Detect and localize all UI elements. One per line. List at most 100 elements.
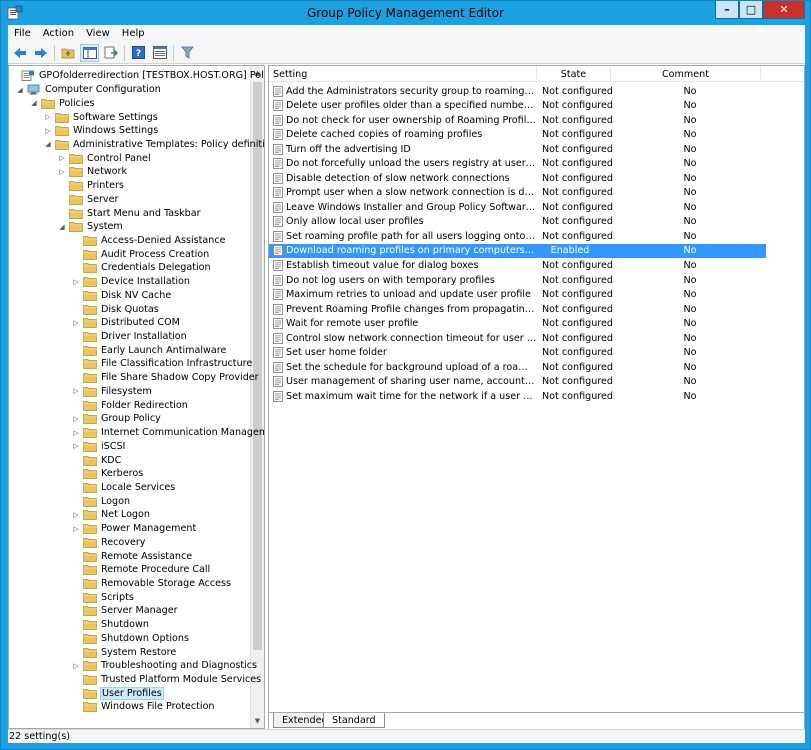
help-button[interactable]: ? [129,44,148,62]
tree-item[interactable]: ▷ Troubleshooting and Diagnostics [71,659,257,673]
tree-item[interactable]: User Profiles [71,686,164,700]
expand-arrow-icon[interactable]: ▷ [71,318,81,328]
tree-item[interactable]: Start Menu and Taskbar [57,206,201,220]
expand-arrow-icon[interactable]: ▷ [43,112,53,122]
table-row[interactable]: Prompt user when a slow network connecti… [269,186,766,201]
tree-item[interactable]: Driver Installation [71,330,187,344]
tree-item[interactable]: ▷ Power Management [71,522,196,536]
collapse-arrow-icon[interactable]: ◢ [43,139,53,149]
back-button[interactable] [10,44,29,62]
tree-item[interactable]: Shutdown [71,618,149,632]
expand-arrow-icon[interactable]: ▷ [71,510,81,520]
table-row[interactable]: Download roaming profiles on primary com… [269,243,766,259]
expand-arrow-icon[interactable]: ▷ [57,153,67,163]
table-row[interactable]: Do not check for user ownership of Roami… [269,113,766,128]
tree-item[interactable]: Kerberos [71,467,143,481]
tree-item[interactable]: Scripts [71,590,134,604]
maximize-button[interactable]: □ [739,1,763,19]
expand-arrow-icon[interactable]: ▷ [71,441,81,451]
expand-arrow-icon[interactable]: ▷ [71,386,81,396]
column-header-state[interactable]: State [537,66,611,82]
tree-item[interactable]: Disk NV Cache [71,289,171,303]
tree-item[interactable]: Server [57,192,118,206]
table-row[interactable]: Delete user profiles older than a specif… [269,99,766,114]
table-row[interactable]: Only allow local user profiles Not config… [269,215,766,230]
tree-item[interactable]: Disk Quotas [71,302,159,316]
tree-item[interactable]: ◢ Administrative Templates: Policy defini… [43,138,264,152]
tree-item[interactable]: Access-Denied Assistance [71,234,226,248]
tree-item[interactable]: ▷ Network [57,165,127,179]
tree-item[interactable]: Audit Process Creation [71,247,209,261]
table-row[interactable]: Delete cached copies of roaming profiles… [269,128,766,143]
tree-item[interactable]: ▷ Device Installation [71,275,190,289]
tree-item[interactable]: Shutdown Options [71,632,189,646]
table-row[interactable]: Leave Windows Installer and Group Policy… [269,200,766,215]
table-row[interactable]: Wait for remote user profile Not configur… [269,316,766,331]
menu-help[interactable]: Help [116,28,151,39]
table-row[interactable]: Do not log users on with temporary profi… [269,273,766,288]
table-row[interactable]: Prevent Roaming Profile changes from pro… [269,302,766,317]
tree-item[interactable]: ▷ Group Policy [71,412,161,426]
tab-standard[interactable]: Standard [323,713,385,728]
tree-item[interactable]: File Classification Infrastructure [71,357,252,371]
forward-button[interactable] [31,44,50,62]
tree-item[interactable]: ▷ Control Panel [57,151,150,165]
up-one-level-button[interactable] [59,44,78,62]
filter-button[interactable] [178,44,197,62]
tree-item[interactable]: ▷ Software Settings [43,110,157,124]
tree-item[interactable]: ◢ Computer Configuration [15,83,161,97]
expand-arrow-icon[interactable]: ▷ [71,414,81,424]
tree-item[interactable]: Folder Redirection [71,398,188,412]
tree-item[interactable]: ◢ Policies [29,96,94,110]
table-row[interactable]: Set roaming profile path for all users l… [269,229,766,244]
tree-item[interactable]: ▷ Distributed COM [71,316,180,330]
tree-item[interactable]: GPOfolderredirection [TESTBOX.HOST.ORG] … [9,69,264,83]
tree-item[interactable]: Logon [71,494,130,508]
table-row[interactable]: Maximum retries to unload and update use… [269,287,766,302]
tree-item[interactable]: Printers [57,179,124,193]
tree-item[interactable]: Credentials Delegation [71,261,211,275]
tree-item[interactable]: Locale Services [71,481,175,495]
column-header-comment[interactable]: Comment [611,66,761,82]
column-header-setting[interactable]: Setting [269,66,537,82]
properties-button[interactable] [150,44,169,62]
tree-item[interactable]: ◢ System [57,220,122,234]
minimize-button[interactable]: – [715,1,739,19]
tree-item[interactable]: Server Manager [71,604,178,618]
table-row[interactable]: Control slow network connection timeout … [269,331,766,346]
tree-item[interactable]: ▷ Filesystem [71,385,151,399]
table-row[interactable]: Establish timeout value for dialog boxes… [269,258,766,273]
close-button[interactable]: ✕ [763,1,805,19]
tree-item[interactable]: ▷ Windows Settings [43,124,158,138]
console-tree[interactable]: ▲ ▼ GPOfolderredirection [TESTBOX.HOST.O… [8,65,265,729]
table-row[interactable]: Do not forcefully unload the users regis… [269,157,766,172]
tree-item[interactable]: KDC [71,453,121,467]
tree-item[interactable]: File Share Shadow Copy Provider [71,371,259,385]
expand-arrow-icon[interactable]: ▷ [71,428,81,438]
settings-list[interactable]: Setting State Comment Add the Administra… [268,65,805,713]
tree-item[interactable]: ▷ iSCSI [71,439,125,453]
expand-arrow-icon[interactable]: ▷ [43,126,53,136]
scroll-down-arrow-icon[interactable]: ▼ [251,714,264,728]
show-hide-tree-button[interactable] [80,43,99,62]
tree-item[interactable]: ▷ Net Logon [71,508,150,522]
menu-file[interactable]: File [8,28,37,39]
expand-arrow-icon[interactable]: ▷ [57,167,67,177]
tree-item[interactable]: Windows File Protection [71,700,215,714]
table-row[interactable]: Set maximum wait time for the network if… [269,389,766,404]
tree-item[interactable]: Recovery [71,535,145,549]
collapse-arrow-icon[interactable]: ◢ [29,98,39,108]
collapse-arrow-icon[interactable]: ◢ [15,85,25,95]
table-row[interactable]: Set the schedule for background upload o… [269,360,766,375]
tree-item[interactable]: Early Launch Antimalware [71,343,226,357]
expand-arrow-icon[interactable]: ▷ [71,524,81,534]
menu-view[interactable]: View [80,28,116,39]
tree-item[interactable]: Remote Procedure Call [71,563,210,577]
tree-item[interactable]: ▷ Internet Communication Managem [71,426,264,440]
collapse-arrow-icon[interactable]: ◢ [57,222,67,232]
table-row[interactable]: Add the Administrators security group to… [269,84,766,99]
expand-arrow-icon[interactable]: ▷ [71,277,81,287]
tree-item[interactable]: Remote Assistance [71,549,192,563]
export-list-button[interactable] [101,44,120,62]
scrollbar-thumb[interactable] [253,82,262,650]
